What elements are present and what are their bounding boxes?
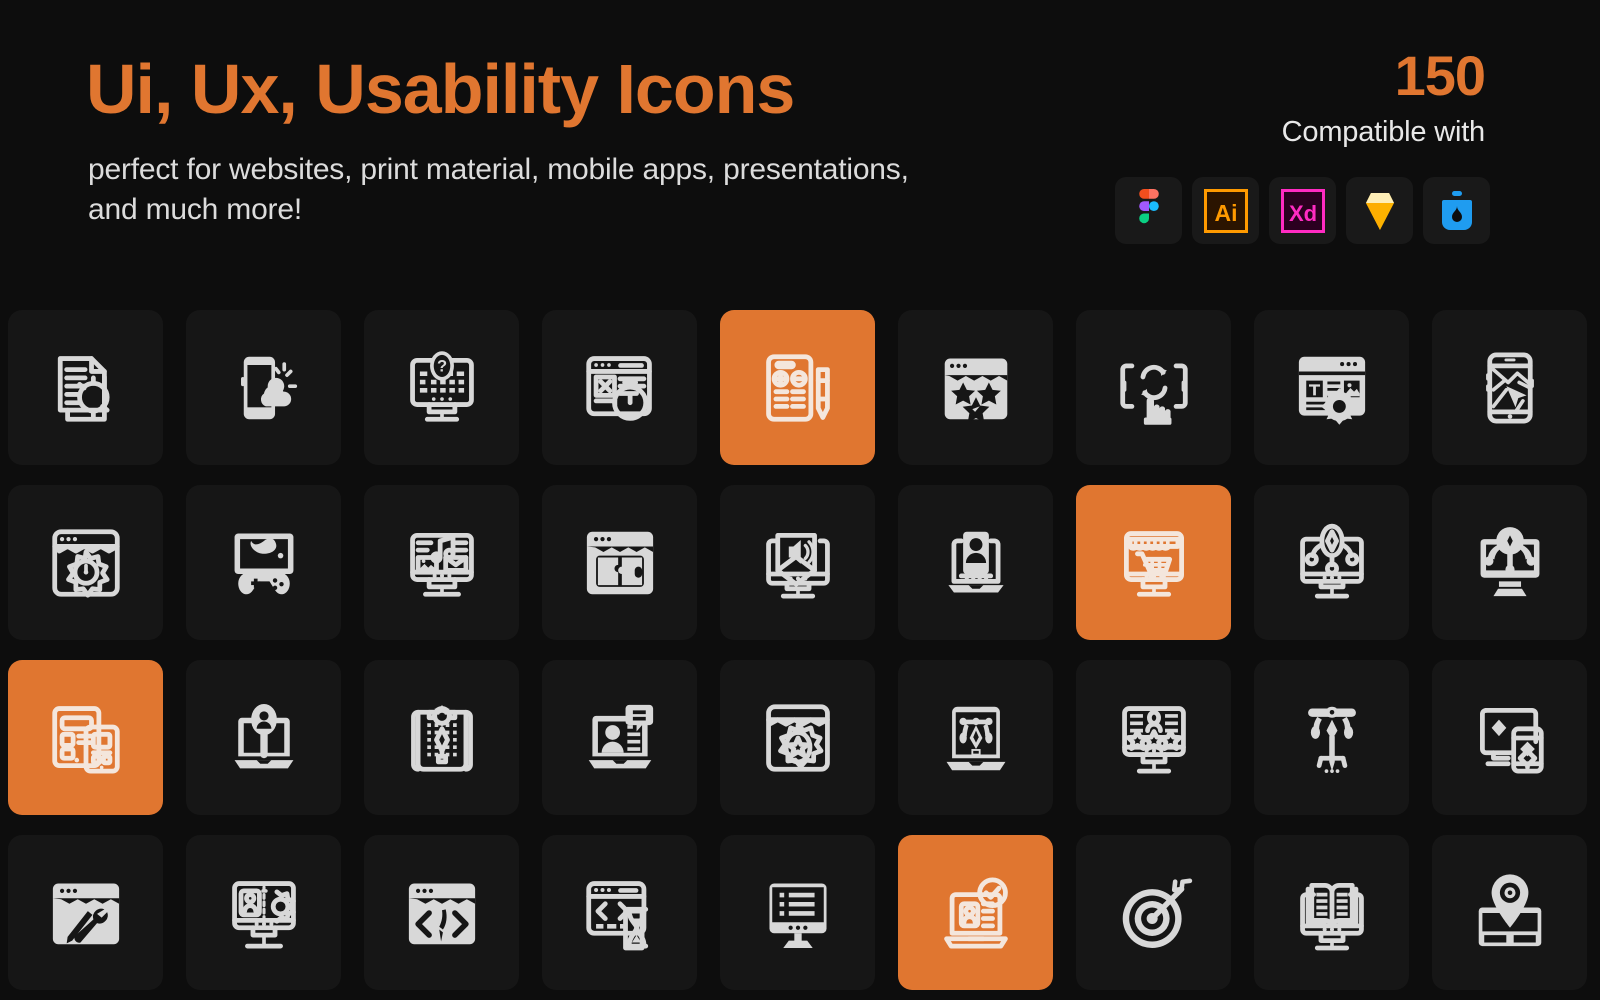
desktop-pen-tool-nodes-icon bbox=[1299, 523, 1364, 599]
laptop-profile-approved-icon-tile[interactable] bbox=[898, 835, 1053, 990]
browser-code-design-icon-tile[interactable] bbox=[364, 835, 519, 990]
desktop-pen-tool-nodes-icon-tile[interactable] bbox=[1254, 485, 1409, 640]
compass-drafting-icon-tile[interactable] bbox=[1254, 660, 1409, 815]
responsive-design-layers-icon-tile[interactable] bbox=[1432, 660, 1587, 815]
screen-rotate-touch-icon-tile[interactable] bbox=[1076, 310, 1231, 465]
desktop-ecommerce-shop-icon-tile[interactable] bbox=[1076, 485, 1231, 640]
document-sync-icon-tile[interactable] bbox=[8, 310, 163, 465]
desktop-pen-tool-solid-icon-tile[interactable] bbox=[1432, 485, 1587, 640]
adobe-xd-icon: Xd bbox=[1280, 188, 1325, 233]
compass-drafting-icon bbox=[1307, 706, 1356, 773]
invision-studio-badge[interactable] bbox=[1423, 177, 1490, 244]
compatible-with-label: Compatible with bbox=[1281, 116, 1486, 148]
mobile-weather-icon bbox=[240, 356, 297, 419]
sketch-icon bbox=[1357, 190, 1403, 232]
figma-badge[interactable] bbox=[1115, 177, 1182, 244]
game-controller-screen-icon-tile[interactable] bbox=[186, 485, 341, 640]
invision-studio-icon bbox=[1437, 189, 1477, 233]
laptop-pen-tool-icon bbox=[946, 706, 1005, 770]
screen-rotate-touch-icon bbox=[1119, 363, 1188, 425]
target-arrow-icon bbox=[1122, 878, 1192, 948]
icon-count: 150 bbox=[1394, 44, 1486, 107]
map-location-pin-icon-tile[interactable] bbox=[1432, 835, 1587, 990]
responsive-wireframe-icon-tile[interactable] bbox=[8, 660, 163, 815]
desktop-user-rating-icon bbox=[1121, 705, 1186, 774]
desktop-user-settings-icon bbox=[231, 880, 296, 949]
desktop-email-audio-icon-tile[interactable] bbox=[720, 485, 875, 640]
browser-code-hourglass-icon bbox=[585, 880, 648, 950]
map-location-pin-icon bbox=[1478, 873, 1541, 946]
laptop-user-search-icon-tile[interactable] bbox=[186, 660, 341, 815]
desktop-book-learning-icon bbox=[1299, 882, 1364, 950]
svg-text:Ai: Ai bbox=[1214, 200, 1237, 226]
browser-favourites-stars-icon bbox=[944, 358, 1007, 422]
browser-error-timer-icon bbox=[585, 355, 652, 421]
illustrator-icon: Ai bbox=[1203, 188, 1248, 233]
compatibility-badges: Ai Xd bbox=[1115, 177, 1490, 244]
laptop-user-feedback-icon bbox=[588, 704, 653, 768]
laptop-pen-tool-icon-tile[interactable] bbox=[898, 660, 1053, 815]
desktop-media-content-icon bbox=[409, 532, 474, 597]
icon-grid: ? bbox=[8, 310, 1600, 990]
document-sync-icon bbox=[57, 355, 110, 422]
adobe-xd-badge[interactable]: Xd bbox=[1269, 177, 1336, 244]
target-arrow-icon-tile[interactable] bbox=[1076, 835, 1231, 990]
browser-gear-star-icon bbox=[765, 703, 830, 772]
browser-settings-speed-icon bbox=[51, 528, 120, 598]
browser-typography-settings-icon-tile[interactable] bbox=[1254, 310, 1409, 465]
responsive-wireframe-icon bbox=[51, 705, 120, 774]
desktop-list-view-icon-tile[interactable] bbox=[720, 835, 875, 990]
svg-text:Xd: Xd bbox=[1288, 201, 1316, 226]
browser-typography-settings-icon bbox=[1298, 356, 1365, 425]
browser-code-hourglass-icon-tile[interactable] bbox=[542, 835, 697, 990]
page-subtitle: perfect for websites, print material, mo… bbox=[88, 153, 909, 226]
laptop-user-search-icon bbox=[234, 703, 293, 768]
browser-error-timer-icon-tile[interactable] bbox=[542, 310, 697, 465]
mobile-map-navigation-icon-tile[interactable] bbox=[1432, 310, 1587, 465]
browser-puzzle-icon bbox=[586, 531, 653, 594]
desktop-email-audio-icon bbox=[765, 532, 830, 599]
browser-design-tools-icon-tile[interactable] bbox=[8, 835, 163, 990]
wireframe-edit-icon-tile[interactable] bbox=[720, 310, 875, 465]
blueprint-settings-icon-tile[interactable] bbox=[364, 660, 519, 815]
icon-pack-preview: Ui, Ux, Usability Icons perfect for webs… bbox=[0, 0, 1600, 1000]
laptop-user-feedback-icon-tile[interactable] bbox=[542, 660, 697, 815]
desktop-ecommerce-shop-icon bbox=[1123, 530, 1184, 597]
desktop-help-icon: ? bbox=[409, 350, 474, 422]
wireframe-edit-icon bbox=[765, 353, 830, 422]
browser-gear-star-icon-tile[interactable] bbox=[720, 660, 875, 815]
laptop-profile-approved-icon bbox=[943, 876, 1008, 949]
desktop-media-content-icon-tile[interactable] bbox=[364, 485, 519, 640]
desktop-user-settings-icon-tile[interactable] bbox=[186, 835, 341, 990]
laptop-user-profile-icon bbox=[947, 531, 1004, 592]
figma-icon bbox=[1132, 188, 1166, 233]
desktop-list-view-icon bbox=[768, 883, 827, 948]
desktop-pen-tool-solid-icon bbox=[1480, 526, 1539, 596]
browser-code-design-icon bbox=[408, 883, 475, 944]
page-title: Ui, Ux, Usability Icons bbox=[86, 50, 795, 128]
svg-text:?: ? bbox=[436, 356, 446, 375]
header: Ui, Ux, Usability Icons perfect for webs… bbox=[0, 0, 1600, 300]
browser-puzzle-icon-tile[interactable] bbox=[542, 485, 697, 640]
browser-design-tools-icon bbox=[52, 883, 119, 944]
illustrator-badge[interactable]: Ai bbox=[1192, 177, 1259, 244]
sketch-badge[interactable] bbox=[1346, 177, 1413, 244]
browser-settings-speed-icon-tile[interactable] bbox=[8, 485, 163, 640]
mobile-weather-icon-tile[interactable] bbox=[186, 310, 341, 465]
laptop-user-profile-icon-tile[interactable] bbox=[898, 485, 1053, 640]
browser-favourites-stars-icon-tile[interactable] bbox=[898, 310, 1053, 465]
mobile-map-navigation-icon bbox=[1485, 351, 1534, 424]
game-controller-screen-icon bbox=[234, 533, 293, 594]
desktop-help-icon-tile[interactable]: ? bbox=[364, 310, 519, 465]
desktop-user-rating-icon-tile[interactable] bbox=[1076, 660, 1231, 815]
responsive-design-layers-icon bbox=[1479, 707, 1544, 774]
desktop-book-learning-icon-tile[interactable] bbox=[1254, 835, 1409, 990]
blueprint-settings-icon bbox=[410, 704, 473, 772]
